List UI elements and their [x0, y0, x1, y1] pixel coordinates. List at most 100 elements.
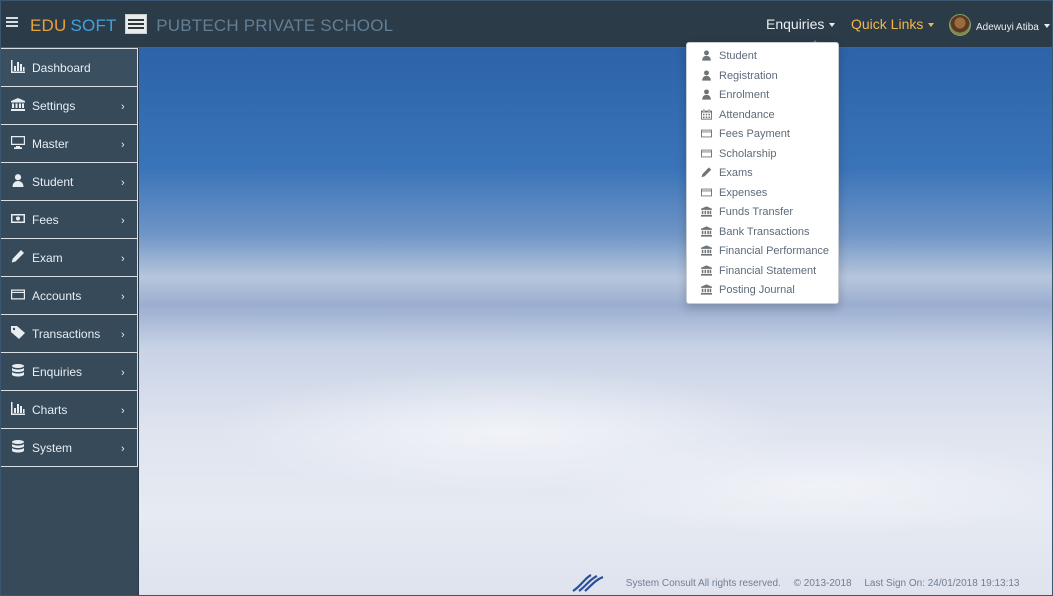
system-consult-logo-icon [572, 574, 604, 592]
bar-chart-icon [11, 60, 25, 73]
menu-item-label: Scholarship [719, 148, 777, 160]
bank-icon [701, 265, 712, 276]
sidebar-item-enquiries[interactable]: Enquiries › [1, 353, 138, 391]
caret-down-icon [928, 23, 935, 27]
sidebar-item-transactions[interactable]: Transactions › [1, 315, 138, 353]
menu-item-fees-payment[interactable]: Fees Payment [687, 125, 838, 144]
menu-item-label: Fees Payment [719, 128, 790, 140]
sidebar-item-student[interactable]: Student › [1, 163, 138, 201]
money-icon [11, 212, 25, 225]
sidebar-item-master[interactable]: Master › [1, 125, 138, 163]
menu-item-label: Posting Journal [719, 284, 795, 296]
footer-copyright: © 2013-2018 [793, 578, 852, 589]
menu-item-label: Financial Performance [719, 245, 830, 257]
menu-item-label: Financial Statement [719, 265, 817, 277]
sidebar-item-label: Student [32, 175, 74, 189]
menu-item-label: Enrolment [719, 89, 770, 101]
sidebar-item-label: Dashboard [32, 61, 91, 75]
database-icon [11, 364, 25, 377]
sidebar-item-label: Enquiries [32, 365, 83, 379]
top-navbar: EDU SOFT PUBTECH PRIVATE SCHOOL Enquiries… [1, 1, 1052, 48]
nav-enquiries[interactable]: Enquiries [766, 16, 836, 32]
menu-item-bank-transactions[interactable]: Bank Transactions [687, 223, 838, 242]
avatar [949, 14, 971, 36]
user-name: Adewuyi Atiba [976, 22, 1039, 33]
bank-icon [11, 98, 25, 111]
menu-item-posting-journal[interactable]: Posting Journal [687, 281, 838, 300]
menu-item-label: Exams [719, 167, 753, 179]
chevron-right-icon: › [121, 291, 125, 303]
bank-icon [701, 206, 712, 217]
pencil-icon [11, 250, 25, 263]
chevron-right-icon: › [121, 329, 125, 341]
brand-edu: EDU [30, 16, 67, 35]
app-window: EDU SOFT PUBTECH PRIVATE SCHOOL Enquiries… [0, 0, 1053, 596]
credit-card-icon [701, 128, 712, 139]
monitor-icon [11, 136, 25, 149]
sidebar: Dashboard Settings › Master › Student › … [1, 48, 138, 595]
menu-item-label: Bank Transactions [719, 226, 810, 238]
footer-last-sign: Last Sign On: 24/01/2018 19:13:13 [864, 578, 1020, 589]
sidebar-item-settings[interactable]: Settings › [1, 87, 138, 125]
sidebar-item-fees[interactable]: Fees › [1, 201, 138, 239]
nav-quick-links[interactable]: Quick Links [851, 16, 935, 32]
menu-item-exams[interactable]: Exams [687, 164, 838, 183]
pencil-icon [701, 167, 712, 178]
menu-item-expenses[interactable]: Expenses [687, 184, 838, 203]
bar-chart-icon [11, 402, 25, 415]
nav-enquiries-label: Enquiries [766, 16, 825, 32]
calendar-icon [701, 109, 712, 120]
menu-item-attendance[interactable]: Attendance [687, 106, 838, 125]
sidebar-item-dashboard[interactable]: Dashboard [1, 48, 138, 87]
hamburger-menu-icon[interactable] [6, 17, 18, 31]
menu-item-funds-transfer[interactable]: Funds Transfer [687, 203, 838, 222]
chevron-right-icon: › [121, 443, 125, 455]
chevron-right-icon: › [121, 405, 125, 417]
footer: System Consult All rights reserved. © 20… [571, 574, 1030, 592]
sidebar-item-label: System [32, 441, 73, 455]
menu-item-label: Funds Transfer [719, 206, 793, 218]
sidebar-item-label: Settings [32, 99, 76, 113]
sidebar-item-accounts[interactable]: Accounts › [1, 277, 138, 315]
tag-icon [11, 326, 25, 339]
credit-card-icon [701, 187, 712, 198]
sidebar-item-label: Exam [32, 251, 63, 265]
chevron-right-icon: › [121, 177, 125, 189]
sky-background [139, 48, 1052, 595]
chevron-right-icon: › [121, 367, 125, 379]
nav-quick-links-label: Quick Links [851, 16, 924, 32]
menu-item-financial-performance[interactable]: Financial Performance [687, 242, 838, 261]
menu-item-label: Attendance [719, 109, 775, 121]
caret-down-icon [829, 23, 836, 27]
school-name: PUBTECH PRIVATE SCHOOL [156, 16, 394, 35]
chevron-right-icon: › [121, 215, 125, 227]
menu-item-label: Registration [719, 70, 778, 82]
user-icon [11, 174, 25, 187]
sidebar-item-label: Fees [32, 213, 59, 227]
bank-icon [701, 226, 712, 237]
enquiries-dropdown-menu: Student Registration Enrolment Attendanc… [686, 42, 839, 304]
menu-item-student[interactable]: Student [687, 47, 838, 66]
school-logo-icon [125, 14, 148, 34]
caret-down-icon [1043, 24, 1050, 28]
sidebar-item-exam[interactable]: Exam › [1, 239, 138, 277]
brand[interactable]: EDU SOFT PUBTECH PRIVATE SCHOOL [30, 14, 393, 36]
user-menu[interactable]: Adewuyi Atiba [949, 14, 1050, 36]
menu-item-label: Expenses [719, 187, 768, 199]
database-icon [11, 440, 25, 453]
sidebar-item-system[interactable]: System › [1, 429, 138, 467]
menu-item-financial-statement[interactable]: Financial Statement [687, 262, 838, 281]
sidebar-item-label: Transactions [32, 327, 101, 341]
menu-item-enrolment[interactable]: Enrolment [687, 86, 838, 105]
menu-item-label: Student [719, 50, 757, 62]
chevron-right-icon: › [121, 139, 125, 151]
sidebar-item-label: Master [32, 137, 69, 151]
menu-item-scholarship[interactable]: Scholarship [687, 145, 838, 164]
credit-card-icon [701, 148, 712, 159]
footer-rights: System Consult All rights reserved. [625, 578, 781, 589]
user-icon [701, 70, 712, 81]
menu-item-registration[interactable]: Registration [687, 67, 838, 86]
sidebar-item-charts[interactable]: Charts › [1, 391, 138, 429]
chevron-right-icon: › [121, 253, 125, 265]
brand-soft: SOFT [70, 16, 117, 35]
